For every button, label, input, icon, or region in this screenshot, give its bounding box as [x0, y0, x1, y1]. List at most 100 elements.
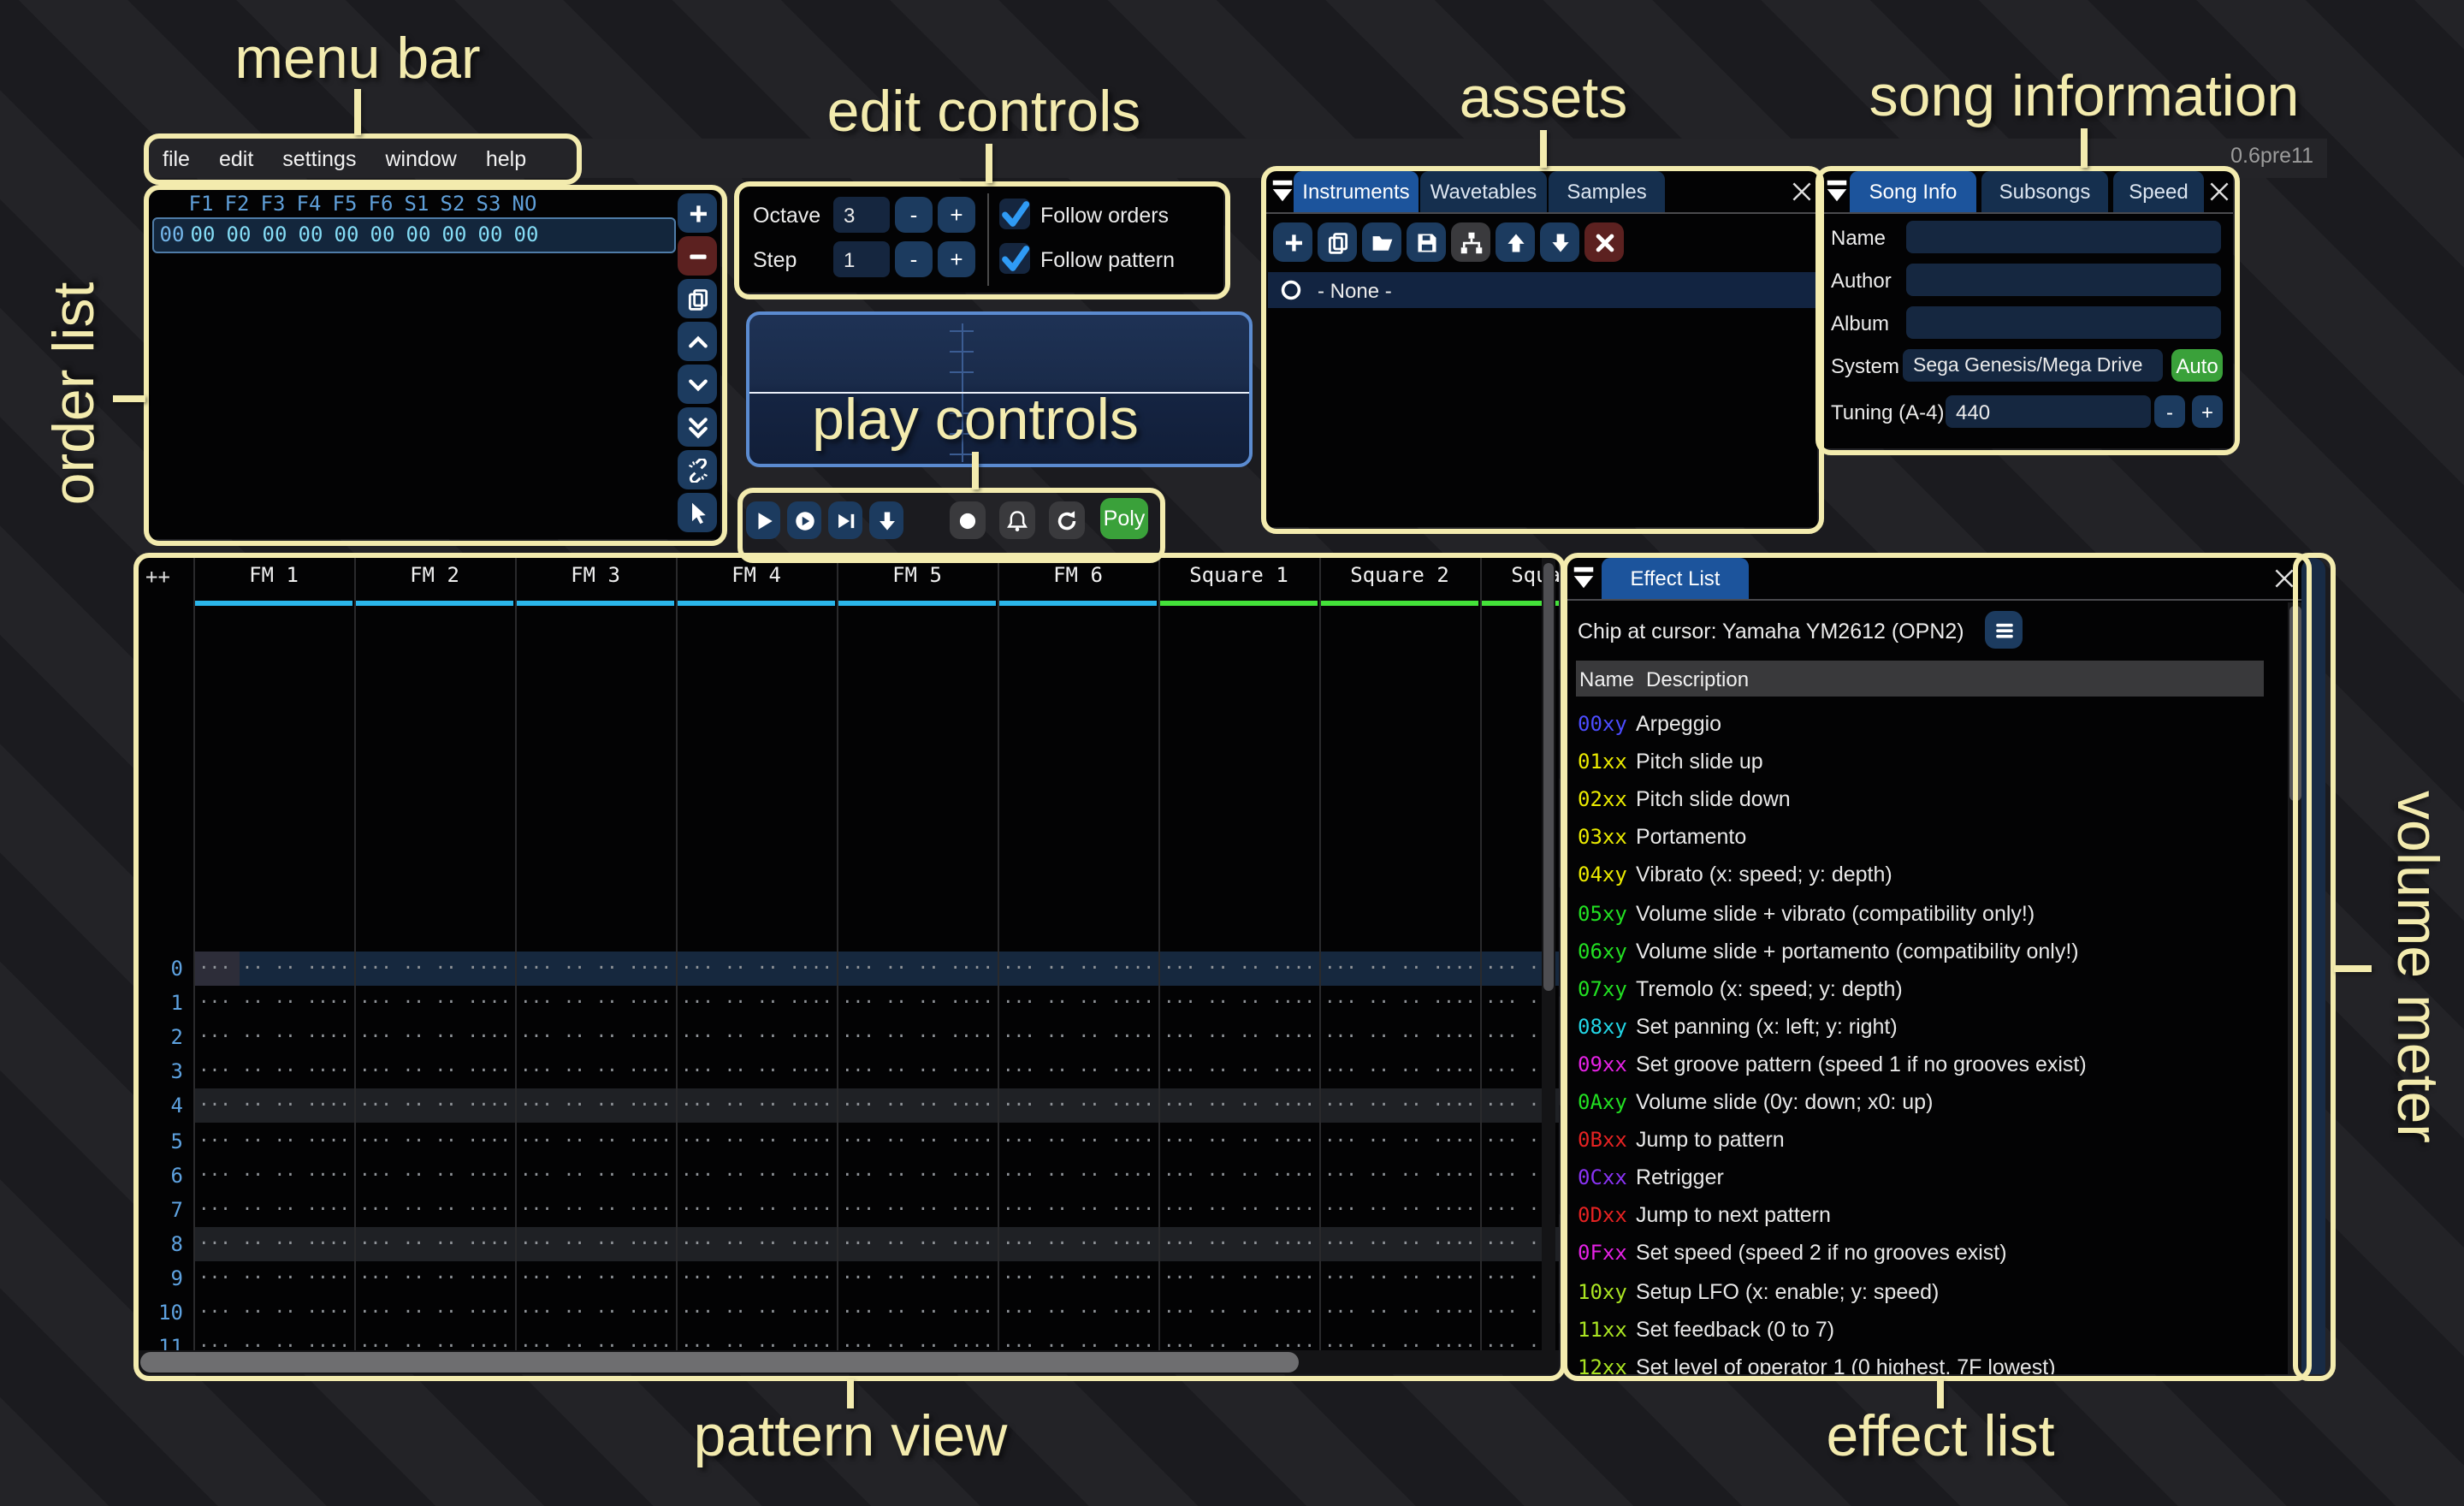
- order-cell[interactable]: 00: [257, 222, 293, 252]
- pattern-cell[interactable]: ··· ·· ·· ····: [1324, 1296, 1478, 1330]
- assets-duplicate-button[interactable]: [1318, 222, 1357, 262]
- pattern-cell[interactable]: ··· ·· ·· ····: [681, 1159, 835, 1193]
- pattern-cell[interactable]: ··· ·· ·· ····: [1324, 1227, 1478, 1261]
- close-icon[interactable]: [1790, 180, 1814, 204]
- effect-row[interactable]: 0DxxJump to next pattern: [1567, 1197, 2286, 1235]
- scrollbar-thumb[interactable]: [2289, 606, 2301, 801]
- pattern-cell[interactable]: ··· ·· ·· ····: [198, 952, 352, 986]
- pattern-cell[interactable]: ··· ·· ·· ····: [842, 1088, 996, 1123]
- step-input[interactable]: 1: [833, 241, 890, 277]
- repeat-pattern-button[interactable]: [1049, 501, 1085, 539]
- pattern-cell[interactable]: ··· ·· ·· ····: [1003, 1227, 1157, 1261]
- assets-tree-view-button[interactable]: [1451, 222, 1490, 262]
- pattern-cell[interactable]: ··· ·· ·· ····: [198, 1124, 352, 1159]
- pattern-cell[interactable]: ··· ·· ·· ····: [359, 1296, 513, 1330]
- pattern-cell[interactable]: ··· ·· ·· ····: [1324, 986, 1478, 1020]
- order-move-to-bottom-button[interactable]: [678, 407, 717, 447]
- pattern-cell[interactable]: ··· ·· ·· ····: [1164, 952, 1318, 986]
- pattern-cell[interactable]: ··· ·· ·· ····: [1164, 1193, 1318, 1227]
- album-input[interactable]: [1906, 306, 2221, 339]
- play-button[interactable]: [746, 501, 780, 539]
- effect-row[interactable]: 04xyVibrato (x: speed; y: depth): [1567, 857, 2286, 894]
- effect-row[interactable]: 03xxPortamento: [1567, 819, 2286, 857]
- channel-header-fm-6[interactable]: FM 6: [998, 563, 1158, 587]
- pattern-cell[interactable]: ··· ·· ·· ····: [681, 1193, 835, 1227]
- pattern-cell[interactable]: ··· ·· ·· ····: [1003, 952, 1157, 986]
- effect-row[interactable]: 01xxPitch slide up: [1567, 743, 2286, 780]
- step-plus-button[interactable]: +: [938, 241, 975, 277]
- assets-add-button[interactable]: [1273, 222, 1312, 262]
- pattern-cell[interactable]: ··· ·· ·· ····: [1003, 1193, 1157, 1227]
- pattern-cell[interactable]: ··· ·· ·· ····: [1164, 986, 1318, 1020]
- poly-button[interactable]: Poly: [1100, 498, 1148, 539]
- pattern-cell[interactable]: ··· ·· ·· ····: [1324, 1124, 1478, 1159]
- name-input[interactable]: [1906, 221, 2221, 253]
- pattern-cell[interactable]: ··· ·· ·· ····: [1164, 1227, 1318, 1261]
- pattern-cell[interactable]: ··· ·· ·· ····: [359, 1054, 513, 1088]
- pattern-cell[interactable]: ··· ·· ·· ····: [681, 1088, 835, 1123]
- effect-row[interactable]: 0CxxRetrigger: [1567, 1159, 2286, 1196]
- order-add-button[interactable]: [678, 193, 717, 233]
- pattern-cell[interactable]: ··· ·· ·· ····: [842, 1159, 996, 1193]
- effect-list-scrollbar[interactable]: [2288, 602, 2301, 1374]
- song-tab-speed[interactable]: Speed: [2113, 171, 2204, 212]
- stop-button[interactable]: [950, 501, 986, 539]
- order-cell[interactable]: 00: [436, 222, 472, 252]
- effect-row[interactable]: 06xyVolume slide + portamento (compatibi…: [1567, 932, 2286, 969]
- pattern-cell[interactable]: ··· ·· ·· ····: [198, 1159, 352, 1193]
- pattern-cell[interactable]: ··· ·· ·· ····: [198, 1296, 352, 1330]
- pattern-cell[interactable]: ··· ·· ·· ····: [1003, 986, 1157, 1020]
- assets-tab-wavetables[interactable]: Wavetables: [1420, 171, 1547, 212]
- pattern-cell[interactable]: ··· ·· ·· ····: [520, 1088, 674, 1123]
- octave-input[interactable]: 3: [833, 197, 890, 233]
- follow-orders-checkbox[interactable]: [999, 199, 1030, 229]
- menu-item-settings[interactable]: settings: [282, 146, 356, 170]
- octave-plus-button[interactable]: +: [938, 197, 975, 233]
- effect-row[interactable]: 0BxxJump to pattern: [1567, 1121, 2286, 1159]
- pattern-cell[interactable]: ··· ·· ·· ····: [842, 1193, 996, 1227]
- step-minus-button[interactable]: -: [895, 241, 933, 277]
- scrollbar-thumb[interactable]: [1543, 563, 1554, 991]
- assets-delete-button[interactable]: [1584, 222, 1624, 262]
- pattern-cell[interactable]: ··· ·· ·· ····: [842, 1124, 996, 1159]
- instrument-list-item[interactable]: - None -: [1268, 272, 1815, 308]
- scrollbar-thumb[interactable]: [140, 1352, 1299, 1373]
- play-pattern-button[interactable]: [787, 501, 821, 539]
- channel-header-square-1[interactable]: Square 1: [1158, 563, 1319, 587]
- pattern-cell[interactable]: ··· ·· ·· ····: [359, 1020, 513, 1054]
- pattern-cell[interactable]: ··· ·· ·· ····: [1324, 1159, 1478, 1193]
- pattern-corner[interactable]: ++: [145, 565, 170, 589]
- pattern-cell[interactable]: ··· ·· ·· ····: [520, 1227, 674, 1261]
- tuning-plus-button[interactable]: +: [2192, 395, 2223, 428]
- pattern-cell[interactable]: ··· ·· ·· ····: [681, 1227, 835, 1261]
- order-cell[interactable]: 00: [185, 222, 221, 252]
- effect-row[interactable]: 0FxxSet speed (speed 2 if no grooves exi…: [1567, 1235, 2286, 1272]
- tab-effect-list[interactable]: Effect List: [1602, 558, 1749, 599]
- assets-move-up-button[interactable]: [1496, 222, 1535, 262]
- song-tab-subsongs[interactable]: Subsongs: [1981, 171, 2108, 212]
- assets-save-button[interactable]: [1407, 222, 1446, 262]
- follow-pattern-checkbox[interactable]: [999, 243, 1030, 274]
- order-unlink-button[interactable]: [678, 450, 717, 489]
- auto-button[interactable]: Auto: [2171, 349, 2223, 382]
- pattern-cell[interactable]: ··· ·· ·· ····: [520, 1124, 674, 1159]
- pattern-cell[interactable]: ··· ·· ·· ····: [1164, 1088, 1318, 1123]
- step-row-button[interactable]: [869, 501, 903, 539]
- octave-minus-button[interactable]: -: [895, 197, 933, 233]
- pattern-cell[interactable]: ··· ·· ·· ····: [681, 1296, 835, 1330]
- channel-header-square-2[interactable]: Square 2: [1319, 563, 1480, 587]
- channel-header-fm-3[interactable]: FM 3: [515, 563, 676, 587]
- pattern-cell[interactable]: ··· ·· ·· ····: [681, 986, 835, 1020]
- pattern-cell[interactable]: ··· ·· ·· ····: [520, 1296, 674, 1330]
- pattern-cell[interactable]: ··· ·· ·· ····: [1164, 1054, 1318, 1088]
- assets-move-down-button[interactable]: [1540, 222, 1579, 262]
- song-tab-song-info[interactable]: Song Info: [1850, 171, 1976, 212]
- pattern-cell[interactable]: ··· ·· ·· ····: [1324, 1054, 1478, 1088]
- order-cell[interactable]: 00: [293, 222, 329, 252]
- pattern-cell[interactable]: ··· ·· ·· ····: [842, 1227, 996, 1261]
- pattern-cell[interactable]: ··· ·· ·· ····: [359, 1088, 513, 1123]
- assets-open-button[interactable]: [1362, 222, 1401, 262]
- close-icon[interactable]: [2207, 180, 2231, 204]
- order-cell[interactable]: 00: [364, 222, 400, 252]
- pattern-cell[interactable]: ··· ·· ·· ····: [1164, 1020, 1318, 1054]
